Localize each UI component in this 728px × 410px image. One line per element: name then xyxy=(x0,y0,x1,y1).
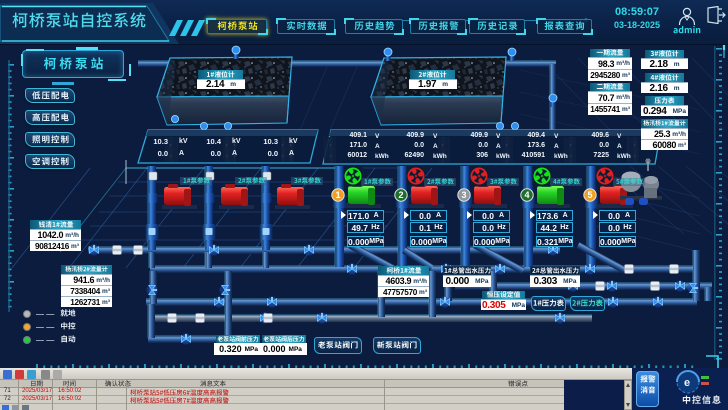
svg-text:4: 4 xyxy=(524,190,529,200)
svg-text:3: 3 xyxy=(461,190,466,200)
svg-text:5: 5 xyxy=(587,190,592,200)
svg-text:2: 2 xyxy=(398,190,403,200)
svg-text:e: e xyxy=(684,377,690,389)
svg-text:1: 1 xyxy=(335,190,340,200)
